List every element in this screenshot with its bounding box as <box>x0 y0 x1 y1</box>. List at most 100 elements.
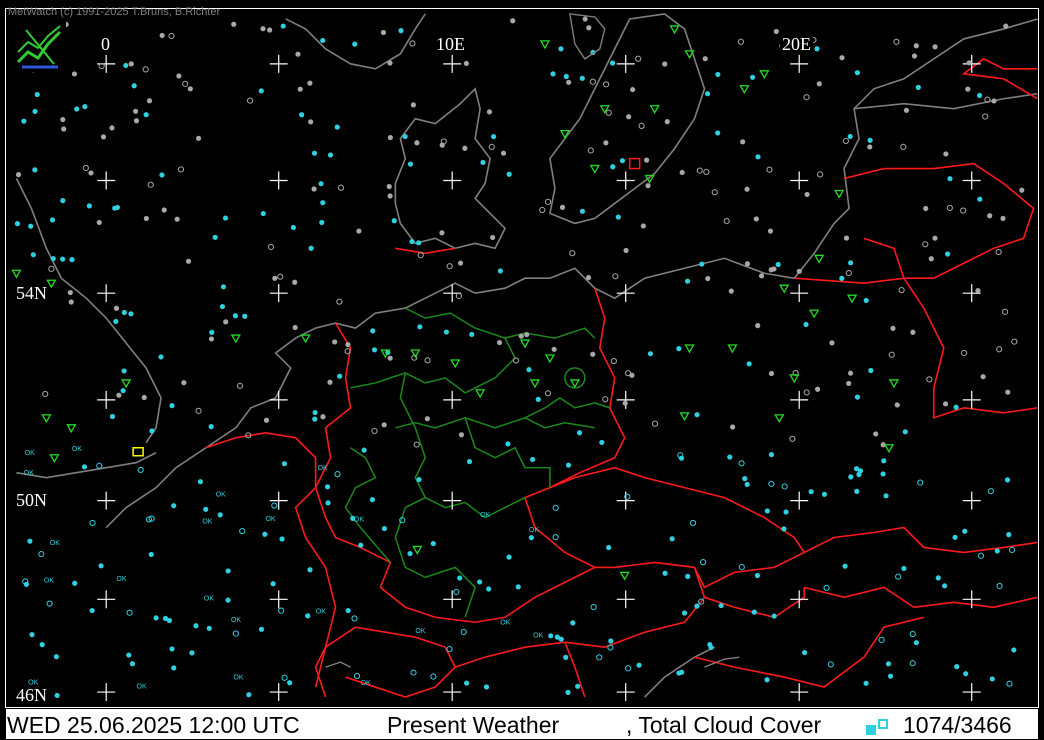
station-marker <box>386 183 392 190</box>
station-marker <box>512 357 520 364</box>
station-marker <box>312 416 318 422</box>
svg-text:OK: OK <box>234 675 244 682</box>
copyright-text: MetWatch (c) 1991-2025 T.Bruns, B.Richte… <box>8 6 221 18</box>
station-marker <box>334 124 340 130</box>
station-marker <box>27 538 33 544</box>
station-marker <box>636 662 642 668</box>
station-marker <box>219 303 226 310</box>
present-weather-symbol-icon <box>779 284 790 294</box>
present-weather-symbol-icon <box>11 269 22 279</box>
weather-map[interactable]: OK OK OK OK OK OK OK OK OK OK OK OK OK OK OK OK OK OK OK OK… <box>5 8 1039 708</box>
station-marker: OK <box>231 617 241 624</box>
station-marker <box>121 309 127 316</box>
grid-cross <box>269 590 288 609</box>
station-marker <box>209 329 215 335</box>
station-marker <box>963 671 969 677</box>
station-marker <box>640 223 646 229</box>
station-marker <box>176 73 182 79</box>
station-marker <box>50 255 56 262</box>
grid-cross <box>97 590 116 609</box>
present-weather-symbol-icon <box>544 354 556 364</box>
station-marker <box>728 288 734 294</box>
station-marker <box>1005 389 1011 395</box>
station-marker <box>424 416 430 422</box>
station-marker <box>808 489 814 495</box>
station-marker <box>816 81 822 87</box>
station-marker: OK <box>318 465 328 472</box>
station-marker <box>854 488 860 494</box>
station-marker <box>267 243 275 251</box>
station-marker <box>895 573 902 580</box>
station-marker <box>766 166 773 173</box>
station-marker <box>457 575 463 581</box>
station-marker <box>86 203 92 209</box>
station-marker <box>483 684 490 690</box>
coastline-france-north <box>105 447 207 529</box>
present-weather-symbol-icon <box>833 189 845 199</box>
station-marker <box>558 46 564 52</box>
station-marker <box>707 641 713 648</box>
svg-text:OK: OK <box>50 540 60 547</box>
station-marker <box>48 265 55 272</box>
station-marker <box>975 287 981 294</box>
station-marker <box>676 670 682 676</box>
station-marker <box>587 147 594 154</box>
station-marker <box>737 38 745 45</box>
station-marker <box>206 625 212 631</box>
station-marker <box>903 107 910 113</box>
station-marker <box>439 230 445 236</box>
station-marker <box>987 213 993 219</box>
station-marker <box>966 60 972 66</box>
station-marker <box>147 181 154 188</box>
station-marker <box>565 689 571 695</box>
station-marker <box>414 140 420 146</box>
station-marker <box>505 441 511 447</box>
station-marker <box>524 332 530 338</box>
station-marker <box>177 166 185 173</box>
station-marker <box>711 189 718 196</box>
station-marker <box>606 544 612 551</box>
station-marker <box>715 71 721 78</box>
station-marker <box>486 109 493 115</box>
station-marker <box>723 218 730 225</box>
station-marker <box>225 597 231 603</box>
station-marker <box>67 289 73 296</box>
station-marker <box>220 284 227 290</box>
station-marker <box>605 109 612 116</box>
station-marker <box>279 536 285 542</box>
state-border-rp <box>344 447 391 563</box>
grid-cross <box>269 390 288 409</box>
station-marker: OK <box>25 450 35 457</box>
svg-text:OK: OK <box>529 527 539 534</box>
station-marker <box>193 623 199 629</box>
border-lithuania <box>863 237 905 279</box>
station-marker <box>232 630 239 637</box>
station-marker <box>410 102 416 108</box>
status-datetime: WED 25.06.2025 12:00 UTC <box>7 712 300 738</box>
station-marker <box>994 548 1000 554</box>
station-marker <box>773 28 779 35</box>
station-marker <box>168 32 175 40</box>
station-marker <box>548 633 554 639</box>
station-marker <box>727 454 733 460</box>
station-marker <box>361 447 367 453</box>
station-marker <box>171 503 177 509</box>
station-marker <box>570 620 576 626</box>
station-marker <box>410 669 417 676</box>
station-marker <box>848 474 854 480</box>
station-marker <box>894 402 900 408</box>
station-marker <box>166 617 173 624</box>
station-marker <box>497 268 503 274</box>
station-marker <box>325 500 331 506</box>
grid-crosses <box>97 54 981 702</box>
station-marker <box>1011 647 1017 653</box>
station-marker <box>662 61 668 67</box>
station-marker <box>909 660 916 667</box>
station-marker <box>848 260 854 266</box>
station-marker <box>158 354 164 360</box>
grid-cross <box>269 284 288 303</box>
station-marker <box>407 550 413 557</box>
station-marker <box>129 661 136 667</box>
station-marker <box>32 167 38 173</box>
station-marker <box>391 218 397 224</box>
